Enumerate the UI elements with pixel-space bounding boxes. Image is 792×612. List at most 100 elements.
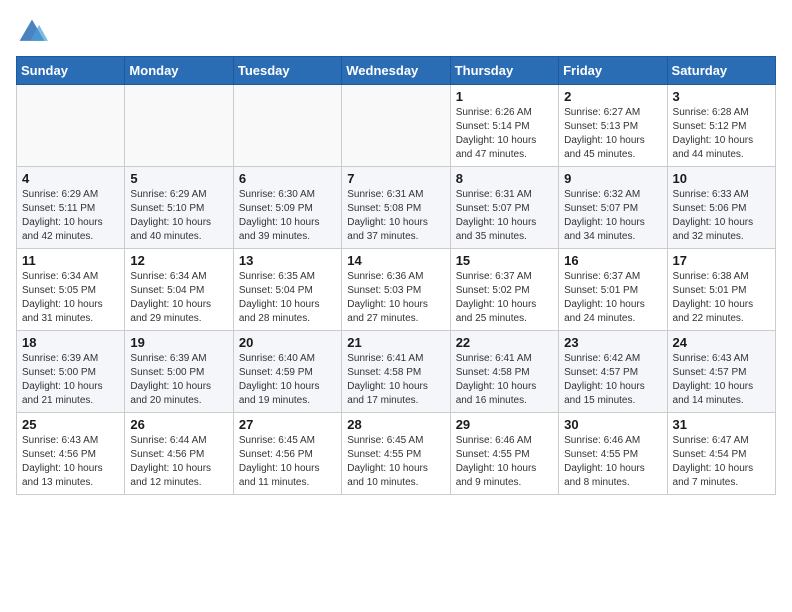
day-number: 31 [673, 417, 770, 432]
calendar-cell: 9 Sunrise: 6:32 AM Sunset: 5:07 PM Daylig… [559, 167, 667, 249]
day-info: Sunrise: 6:40 AM Sunset: 4:59 PM Dayligh… [239, 352, 336, 408]
day-info: Sunrise: 6:34 AM Sunset: 5:04 PM Dayligh… [130, 270, 227, 326]
day-info: Sunrise: 6:47 AM Sunset: 4:54 PM Dayligh… [673, 434, 770, 490]
calendar-cell: 17Sunrise: 6:38 AM Sunset: 5:01 PM Dayli… [667, 249, 775, 331]
day-info: Sunrise: 6:36 AM Sunset: 5:03 PM Dayligh… [347, 270, 444, 326]
day-info: Sunrise: 6:34 AM Sunset: 5:05 PM Dayligh… [22, 270, 119, 326]
calendar-cell: 25 Sunrise: 6:43 AM Sunset: 4:56 PM Dayli… [17, 413, 125, 495]
calendar-cell: 10 Sunrise: 6:33 AM Sunset: 5:06 PM Dayli… [667, 167, 775, 249]
day-number: 18 [22, 335, 119, 350]
calendar-cell: 21 Sunrise: 6:41 AM Sunset: 4:58 PM Dayli… [342, 331, 450, 413]
day-number: 13 [239, 253, 336, 268]
calendar-cell [17, 85, 125, 167]
day-number: 12 [130, 253, 227, 268]
calendar-cell: 14 Sunrise: 6:36 AM Sunset: 5:03 PM Dayli… [342, 249, 450, 331]
day-number: 25 [22, 417, 119, 432]
calendar-cell: 11 Sunrise: 6:34 AM Sunset: 5:05 PM Dayli… [17, 249, 125, 331]
day-info: Sunrise: 6:29 AM Sunset: 5:11 PM Dayligh… [22, 188, 119, 244]
calendar-cell: 22 Sunrise: 6:41 AM Sunset: 4:58 PM Dayli… [450, 331, 558, 413]
day-number: 8 [456, 171, 553, 186]
calendar-cell [233, 85, 341, 167]
calendar-cell: 29 Sunrise: 6:46 AM Sunset: 4:55 PM Dayli… [450, 413, 558, 495]
calendar-header-row: SundayMondayTuesdayWednesdayThursdayFrid… [17, 57, 776, 85]
calendar-cell: 13Sunrise: 6:35 AM Sunset: 5:04 PM Dayli… [233, 249, 341, 331]
day-info: Sunrise: 6:37 AM Sunset: 5:01 PM Dayligh… [564, 270, 661, 326]
day-number: 16 [564, 253, 661, 268]
day-info: Sunrise: 6:31 AM Sunset: 5:08 PM Dayligh… [347, 188, 444, 244]
calendar-cell: 3 Sunrise: 6:28 AM Sunset: 5:12 PM Daylig… [667, 85, 775, 167]
day-number: 22 [456, 335, 553, 350]
calendar-week-row: 1Sunrise: 6:26 AM Sunset: 5:14 PM Daylig… [17, 85, 776, 167]
day-info: Sunrise: 6:37 AM Sunset: 5:02 PM Dayligh… [456, 270, 553, 326]
day-number: 30 [564, 417, 661, 432]
day-number: 9 [564, 171, 661, 186]
calendar-cell: 1Sunrise: 6:26 AM Sunset: 5:14 PM Daylig… [450, 85, 558, 167]
calendar-cell: 7 Sunrise: 6:31 AM Sunset: 5:08 PM Daylig… [342, 167, 450, 249]
day-info: Sunrise: 6:41 AM Sunset: 4:58 PM Dayligh… [456, 352, 553, 408]
calendar-cell: 27Sunrise: 6:45 AM Sunset: 4:56 PM Dayli… [233, 413, 341, 495]
day-number: 21 [347, 335, 444, 350]
calendar-cell: 20 Sunrise: 6:40 AM Sunset: 4:59 PM Dayli… [233, 331, 341, 413]
day-number: 2 [564, 89, 661, 104]
calendar-cell [125, 85, 233, 167]
day-info: Sunrise: 6:41 AM Sunset: 4:58 PM Dayligh… [347, 352, 444, 408]
weekday-header-wednesday: Wednesday [342, 57, 450, 85]
calendar-cell: 31 Sunrise: 6:47 AM Sunset: 4:54 PM Dayli… [667, 413, 775, 495]
day-number: 14 [347, 253, 444, 268]
weekday-header-monday: Monday [125, 57, 233, 85]
day-number: 15 [456, 253, 553, 268]
day-number: 29 [456, 417, 553, 432]
day-info: Sunrise: 6:26 AM Sunset: 5:14 PM Dayligh… [456, 106, 553, 162]
calendar-cell: 5 Sunrise: 6:29 AM Sunset: 5:10 PM Daylig… [125, 167, 233, 249]
weekday-header-thursday: Thursday [450, 57, 558, 85]
calendar-cell: 28 Sunrise: 6:45 AM Sunset: 4:55 PM Dayli… [342, 413, 450, 495]
calendar-cell: 24 Sunrise: 6:43 AM Sunset: 4:57 PM Dayli… [667, 331, 775, 413]
calendar-cell: 23 Sunrise: 6:42 AM Sunset: 4:57 PM Dayli… [559, 331, 667, 413]
day-info: Sunrise: 6:30 AM Sunset: 5:09 PM Dayligh… [239, 188, 336, 244]
day-info: Sunrise: 6:29 AM Sunset: 5:10 PM Dayligh… [130, 188, 227, 244]
day-number: 27 [239, 417, 336, 432]
day-info: Sunrise: 6:28 AM Sunset: 5:12 PM Dayligh… [673, 106, 770, 162]
day-info: Sunrise: 6:39 AM Sunset: 5:00 PM Dayligh… [130, 352, 227, 408]
page-header [16, 16, 776, 48]
day-number: 11 [22, 253, 119, 268]
day-info: Sunrise: 6:43 AM Sunset: 4:56 PM Dayligh… [22, 434, 119, 490]
weekday-header-sunday: Sunday [17, 57, 125, 85]
day-info: Sunrise: 6:32 AM Sunset: 5:07 PM Dayligh… [564, 188, 661, 244]
day-number: 24 [673, 335, 770, 350]
day-number: 3 [673, 89, 770, 104]
calendar-cell [342, 85, 450, 167]
calendar-cell: 6Sunrise: 6:30 AM Sunset: 5:09 PM Daylig… [233, 167, 341, 249]
day-info: Sunrise: 6:39 AM Sunset: 5:00 PM Dayligh… [22, 352, 119, 408]
day-info: Sunrise: 6:44 AM Sunset: 4:56 PM Dayligh… [130, 434, 227, 490]
day-number: 28 [347, 417, 444, 432]
calendar-week-row: 4 Sunrise: 6:29 AM Sunset: 5:11 PM Daylig… [17, 167, 776, 249]
calendar-table: SundayMondayTuesdayWednesdayThursdayFrid… [16, 56, 776, 495]
calendar-cell: 30 Sunrise: 6:46 AM Sunset: 4:55 PM Dayli… [559, 413, 667, 495]
weekday-header-tuesday: Tuesday [233, 57, 341, 85]
calendar-week-row: 25 Sunrise: 6:43 AM Sunset: 4:56 PM Dayli… [17, 413, 776, 495]
day-info: Sunrise: 6:42 AM Sunset: 4:57 PM Dayligh… [564, 352, 661, 408]
day-number: 23 [564, 335, 661, 350]
logo [16, 16, 52, 48]
calendar-cell: 18 Sunrise: 6:39 AM Sunset: 5:00 PM Dayli… [17, 331, 125, 413]
day-info: Sunrise: 6:46 AM Sunset: 4:55 PM Dayligh… [456, 434, 553, 490]
calendar-cell: 8 Sunrise: 6:31 AM Sunset: 5:07 PM Daylig… [450, 167, 558, 249]
logo-icon [16, 16, 48, 48]
day-number: 7 [347, 171, 444, 186]
day-info: Sunrise: 6:43 AM Sunset: 4:57 PM Dayligh… [673, 352, 770, 408]
day-info: Sunrise: 6:46 AM Sunset: 4:55 PM Dayligh… [564, 434, 661, 490]
day-info: Sunrise: 6:31 AM Sunset: 5:07 PM Dayligh… [456, 188, 553, 244]
day-number: 5 [130, 171, 227, 186]
day-info: Sunrise: 6:27 AM Sunset: 5:13 PM Dayligh… [564, 106, 661, 162]
day-info: Sunrise: 6:33 AM Sunset: 5:06 PM Dayligh… [673, 188, 770, 244]
calendar-cell: 19Sunrise: 6:39 AM Sunset: 5:00 PM Dayli… [125, 331, 233, 413]
day-number: 20 [239, 335, 336, 350]
weekday-header-saturday: Saturday [667, 57, 775, 85]
day-number: 4 [22, 171, 119, 186]
day-number: 10 [673, 171, 770, 186]
day-info: Sunrise: 6:45 AM Sunset: 4:55 PM Dayligh… [347, 434, 444, 490]
day-number: 26 [130, 417, 227, 432]
calendar-cell: 12 Sunrise: 6:34 AM Sunset: 5:04 PM Dayli… [125, 249, 233, 331]
calendar-cell: 16 Sunrise: 6:37 AM Sunset: 5:01 PM Dayli… [559, 249, 667, 331]
